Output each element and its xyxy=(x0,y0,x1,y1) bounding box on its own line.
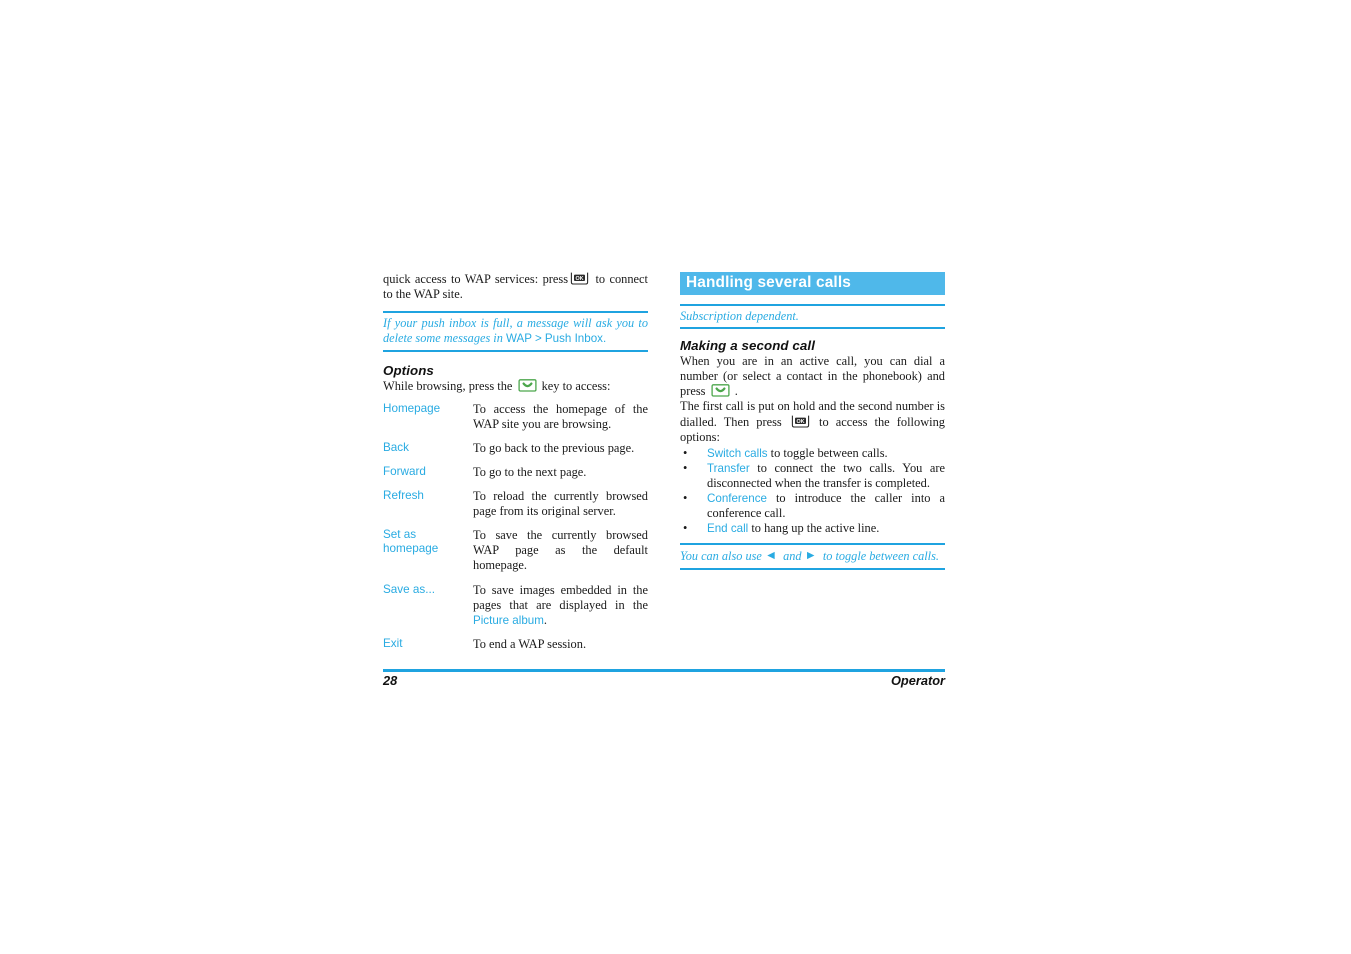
option-description: To go to the next page. xyxy=(473,464,587,479)
list-item: • Switch calls to toggle between calls. xyxy=(680,446,945,461)
page-footer: 28 Operator xyxy=(383,673,945,688)
option-term: Save as... xyxy=(383,582,435,596)
option-term: Refresh xyxy=(383,489,424,503)
option-description: To go back to the previous page. xyxy=(473,440,635,455)
wap-intro-paragraph: quick access to WAP services: press OK to… xyxy=(383,272,648,302)
option-term: Back xyxy=(383,440,409,454)
toggle-calls-note-part3: to toggle between calls. xyxy=(822,549,939,564)
table-row: Back To go back to the previous page. xyxy=(383,441,648,465)
making-a-second-call-heading: Making a second call xyxy=(680,338,816,354)
list-item: • Transfer to connect the two calls. You … xyxy=(680,461,945,491)
second-call-paragraph-1-end: . xyxy=(734,384,738,399)
option-term: Homepage xyxy=(383,401,441,415)
options-heading: Options xyxy=(383,362,434,378)
left-arrow-icon: ◄ xyxy=(764,548,778,563)
bullet-icon: • xyxy=(683,491,688,506)
option-description-text: To save images embedded in the pages tha… xyxy=(473,582,648,612)
ok-key-icon: OK xyxy=(570,272,589,285)
bullet-icon: • xyxy=(683,460,688,475)
conference-link[interactable]: Conference xyxy=(707,492,767,505)
options-intro-paragraph: While browsing, press the key to access: xyxy=(383,379,648,394)
option-description: To save images embedded in the pages tha… xyxy=(473,583,648,637)
bullet-icon: • xyxy=(683,445,688,460)
table-row: Forward To go to the next page. xyxy=(383,465,648,489)
left-column: quick access to WAP services: press OK to… xyxy=(383,272,648,652)
bullet-icon: • xyxy=(683,521,688,536)
wap-intro-text-before: quick access to WAP services: press xyxy=(383,272,569,286)
second-call-paragraph-1: When you are in an active call, you can … xyxy=(680,354,945,399)
call-options-list: • Switch calls to toggle between calls. •… xyxy=(680,446,945,537)
page-number: 28 xyxy=(383,673,398,688)
list-item: • End call to hang up the active line. xyxy=(680,521,945,536)
table-row: Homepage To access the homepage of the W… xyxy=(383,402,648,441)
push-inbox-note: If your push inbox is full, a message wi… xyxy=(383,311,648,352)
soft-key-icon xyxy=(711,384,730,398)
right-column: Handling several calls Subscription depe… xyxy=(680,272,945,570)
footer-divider xyxy=(383,669,945,672)
svg-text:OK: OK xyxy=(576,276,584,282)
option-term: Forward xyxy=(383,464,426,478)
ok-key-icon: OK xyxy=(791,415,810,428)
toggle-calls-note: You can also use ◄ and ► to toggle between… xyxy=(680,543,945,570)
option-description: To end a WAP session. xyxy=(473,636,587,651)
options-intro-before: While browsing, press the xyxy=(383,378,513,393)
table-row: Refresh To reload the currently browsed … xyxy=(383,489,648,528)
wap-options-table: Homepage To access the homepage of the W… xyxy=(383,402,648,652)
table-row: Set as homepage To save the currently br… xyxy=(383,528,648,582)
list-item: • Conference to introduce the caller into… xyxy=(680,491,945,521)
manual-page-body: quick access to WAP services: press OK to… xyxy=(383,272,945,692)
options-intro-after: key to access: xyxy=(541,378,611,393)
second-call-paragraph-2: The first call is put on hold and the se… xyxy=(680,399,945,444)
table-row: Save as... To save images embedded in th… xyxy=(383,583,648,637)
toggle-calls-note-part2: and xyxy=(783,549,802,564)
option-term: Exit xyxy=(383,636,403,650)
toggle-calls-note-part1: You can also use xyxy=(680,549,762,564)
switch-calls-link[interactable]: Switch calls xyxy=(707,447,768,460)
svg-text:OK: OK xyxy=(796,418,804,424)
option-description: To access the homepage of the WAP site y… xyxy=(473,401,648,431)
section-title-handling-several-calls: Handling several calls xyxy=(680,272,945,295)
picture-album-link[interactable]: Picture album xyxy=(473,614,544,627)
option-term: Set as homepage xyxy=(383,528,439,556)
option-description: To save the currently browsed WAP page a… xyxy=(473,528,648,573)
list-item-text: to hang up the active line. xyxy=(748,521,880,536)
end-call-link[interactable]: End call xyxy=(707,522,748,535)
list-item-text: to toggle between calls. xyxy=(767,445,888,460)
right-arrow-icon: ► xyxy=(804,548,817,563)
subscription-note: Subscription dependent. xyxy=(680,304,945,330)
soft-key-icon xyxy=(517,378,537,392)
table-row: Exit To end a WAP session. xyxy=(383,637,648,652)
transfer-link[interactable]: Transfer xyxy=(707,462,750,475)
footer-section-label: Operator xyxy=(890,673,945,688)
push-inbox-note-path: WAP > Push Inbox. xyxy=(505,332,607,346)
option-description-period: . xyxy=(543,612,547,627)
option-description: To reload the currently browsed page fro… xyxy=(473,489,648,519)
